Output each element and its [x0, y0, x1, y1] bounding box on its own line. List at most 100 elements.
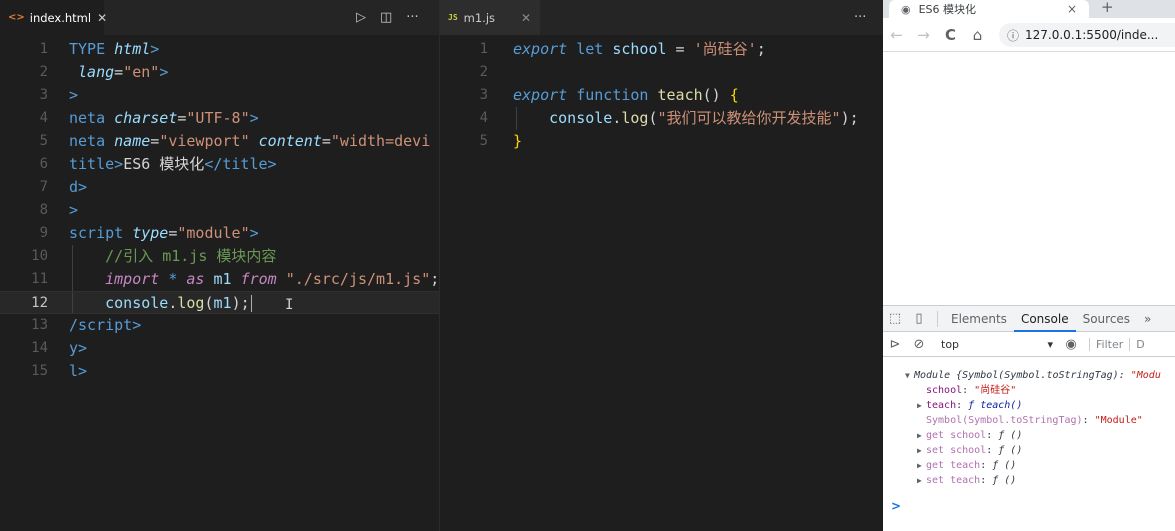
console-prompt[interactable]: >: [891, 499, 901, 513]
tab-elements[interactable]: Elements: [944, 306, 1014, 332]
line-text: d>: [69, 178, 88, 196]
code-line[interactable]: 3 export function teach() {: [440, 84, 883, 107]
expand-triangle-icon[interactable]: ▶: [917, 398, 926, 413]
new-tab-button[interactable]: +: [1101, 0, 1114, 16]
expand-triangle-icon[interactable]: ▶: [917, 443, 926, 458]
code-line[interactable]: 9 script type="module">: [0, 222, 439, 245]
console-module-entry[interactable]: ▼ Module {Symbol(Symbol.toStringTag): "Mo…: [883, 368, 1175, 383]
line-number: 5: [479, 133, 488, 149]
close-icon[interactable]: ✕: [521, 11, 531, 25]
line-number: 1: [39, 41, 48, 57]
page-viewport[interactable]: [883, 53, 1175, 305]
line-text: console.log(m1);: [105, 294, 252, 312]
line-number: 3: [39, 87, 48, 103]
code-line[interactable]: 12 console.log(m1); I: [0, 291, 439, 314]
indent-guide: [72, 268, 73, 291]
line-text: export let school = '尚硅谷';: [513, 40, 766, 58]
default-levels-dropdown[interactable]: D: [1129, 338, 1145, 351]
expand-triangle-icon[interactable]: ▶: [917, 473, 926, 488]
filter-input[interactable]: Filter: [1089, 338, 1123, 351]
line-text: export function teach() {: [513, 86, 739, 104]
code-line[interactable]: 5}: [440, 130, 883, 153]
code-area[interactable]: 1 TYPE html> 2 lang="en"> 3 >4 neta charset="…: [0, 38, 439, 383]
indent-guide: [516, 107, 517, 130]
code-line[interactable]: 4 neta charset="UTF-8">: [0, 107, 439, 130]
tab-console[interactable]: Console: [1013, 306, 1076, 332]
clear-console-icon[interactable]: ⊘: [907, 337, 931, 352]
forward-icon[interactable]: →: [910, 26, 937, 44]
url-text: 127.0.0.1:5500/inde...: [1025, 28, 1159, 42]
console-prop-symbol: Symbol(Symbol.toStringTag): "Module": [926, 415, 1143, 426]
tab-label: m1.js: [463, 10, 496, 25]
console-accessor[interactable]: ▶ get teach: ƒ (): [883, 458, 1175, 473]
code-line[interactable]: 2: [440, 61, 883, 84]
close-icon[interactable]: ×: [1067, 2, 1077, 16]
code-line[interactable]: 13/script>: [0, 314, 439, 337]
tab-sources[interactable]: Sources: [1076, 306, 1137, 332]
console-accessor[interactable]: ▶ set teach: ƒ (): [883, 473, 1175, 488]
tab-index-html[interactable]: <> index.html ✕: [0, 0, 107, 35]
console-prop-teach[interactable]: ▶ teach: ƒ teach(): [883, 398, 1175, 413]
console-accessor[interactable]: ▶ get school: ƒ (): [883, 428, 1175, 443]
code-line[interactable]: 3 >: [0, 84, 439, 107]
line-text: }: [513, 132, 523, 150]
editor-pane-m1-js: JS m1.js ✕ ··· 1 export let school = '尚硅谷…: [439, 0, 883, 531]
editor-actions: ▷ ◫ ···: [342, 0, 419, 35]
expand-triangle-icon[interactable]: ▼: [905, 368, 914, 383]
console-toolbar: ⊳ ⊘ top ▾ ◉ Filter D: [883, 333, 1175, 357]
back-icon[interactable]: ←: [883, 26, 910, 44]
code-line[interactable]: 15 l>: [0, 360, 439, 383]
code-line[interactable]: 1 TYPE html>: [0, 38, 439, 61]
address-bar[interactable]: ⓘ 127.0.0.1:5500/inde...: [999, 23, 1175, 47]
console-accessor[interactable]: ▶ set school: ƒ (): [883, 443, 1175, 458]
reload-icon[interactable]: C: [937, 26, 964, 44]
code-line[interactable]: 1 export let school = '尚硅谷';: [440, 38, 883, 61]
split-editor-icon[interactable]: ◫: [380, 10, 392, 25]
expand-triangle-icon[interactable]: ▶: [917, 428, 926, 443]
more-actions-icon[interactable]: ···: [854, 10, 866, 25]
indent-guide: [72, 292, 73, 313]
code-line[interactable]: 5 neta name="viewport" content="width=dev…: [0, 130, 439, 153]
more-tabs-icon[interactable]: »: [1137, 306, 1158, 332]
line-number: 1: [479, 41, 488, 57]
home-icon[interactable]: ⌂: [964, 26, 991, 44]
code-line[interactable]: 8 >: [0, 199, 439, 222]
code-line[interactable]: 6 title>ES6 模块化</title>: [0, 153, 439, 176]
line-text: y>: [69, 339, 88, 357]
expand-triangle-icon[interactable]: ▶: [917, 458, 926, 473]
line-number: 7: [39, 179, 48, 195]
context-value: top: [941, 338, 960, 351]
html-file-icon: <>: [8, 12, 25, 23]
device-toolbar-icon[interactable]: ▯: [907, 311, 931, 326]
editor-tabbar: JS m1.js ✕ ···: [440, 0, 883, 35]
run-icon[interactable]: ▷: [356, 10, 366, 25]
code-line[interactable]: 4 console.log("我们可以教给你开发技能");: [440, 107, 883, 130]
eye-icon[interactable]: ◉: [1059, 337, 1083, 352]
code-line[interactable]: 11 import * as m1 from "./src/js/m1.js";: [0, 268, 439, 291]
code-line[interactable]: 14 y>: [0, 337, 439, 360]
line-number: 14: [31, 340, 48, 356]
tab-m1-js[interactable]: JS m1.js ✕: [440, 0, 540, 35]
line-text: title>ES6 模块化</title>: [69, 155, 277, 173]
code-line[interactable]: 2 lang="en">: [0, 61, 439, 84]
line-text: TYPE html>: [69, 40, 160, 58]
inspect-element-icon[interactable]: ⬚: [883, 311, 907, 326]
code-line[interactable]: 10 //引入 m1.js 模块内容: [0, 245, 439, 268]
browser-tab[interactable]: ◉ ES6 模块化 ×: [889, 0, 1089, 18]
code-line[interactable]: 7 d>: [0, 176, 439, 199]
sidebar-toggle-icon[interactable]: ⊳: [883, 337, 907, 352]
line-text: neta charset="UTF-8">: [69, 109, 259, 127]
info-icon[interactable]: ⓘ: [1007, 27, 1019, 44]
line-text: neta name="viewport" content="width=devi: [69, 132, 431, 150]
line-number: 10: [31, 248, 48, 264]
editor-tabbar: <> index.html ✕ ▷ ◫ ···: [0, 0, 439, 35]
line-text: script type="module">: [69, 224, 259, 242]
code-area[interactable]: 1 export let school = '尚硅谷'; 2 3 export func…: [440, 38, 883, 153]
more-actions-icon[interactable]: ···: [406, 10, 418, 25]
context-selector[interactable]: top ▾: [935, 334, 1059, 356]
line-text: lang="en">: [69, 63, 169, 81]
indent-guide: [72, 245, 73, 268]
line-number: 13: [31, 317, 48, 333]
close-icon[interactable]: ✕: [97, 11, 107, 25]
line-text: console.log("我们可以教给你开发技能");: [549, 109, 859, 127]
